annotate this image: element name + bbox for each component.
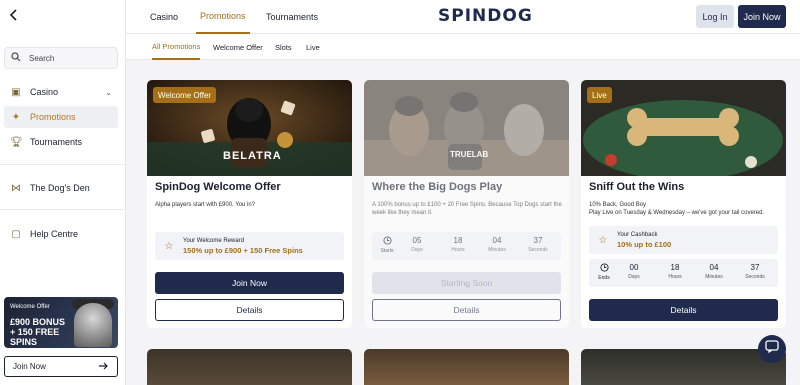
details-button[interactable]: Details [589, 299, 778, 321]
live-chat-button[interactable] [758, 335, 786, 363]
search-input[interactable]: Search [4, 47, 118, 69]
sidebar-item-label: Tournaments [30, 137, 83, 147]
details-button[interactable]: Details [155, 299, 344, 321]
promo-title: Sniff Out the Wins [589, 181, 685, 193]
promo-description-line2: Play Live on Tuesday & Wednesday – we've… [589, 210, 765, 216]
banner-dog-image [74, 303, 112, 347]
subtab-welcome-offer[interactable]: Welcome Offer [213, 34, 263, 60]
promotions-subnav: All Promotions Welcome Offer Slots Live [126, 34, 800, 60]
provider-logo: TRUELAB [450, 150, 489, 159]
promo-badge: Live [587, 87, 612, 103]
back-icon[interactable] [8, 8, 24, 24]
promo-card-sniff-out-wins: Live Sniff Out the Wins 10% Back, Good B… [581, 80, 786, 328]
reward-label: Your Cashback [617, 231, 658, 238]
cashback-box: ☆ Your Cashback 10% up to £100 [589, 226, 778, 254]
clock-icon [595, 263, 613, 274]
banner-headline: £900 BONUS + 150 FREE SPINS [10, 317, 66, 347]
chat-icon [765, 340, 779, 358]
sidebar-divider [0, 209, 126, 210]
countdown-label: Starts [380, 248, 394, 254]
countdown-seconds: 37 Seconds [745, 263, 765, 280]
promo-image [581, 80, 786, 180]
sidebar-item-tournaments[interactable]: 🏆︎ Tournaments [4, 131, 118, 153]
promo-badge: Welcome Offer [153, 87, 217, 103]
bone-icon: ⋈ [11, 182, 21, 194]
promo-description: Alpha players start with £900. You in? [155, 202, 256, 208]
search-icon [11, 51, 21, 65]
welcome-reward-box: ☆ Your Welcome Reward 150% up to £900 + … [155, 232, 344, 260]
top-nav: Casino Promotions Tournaments SPINDOG Lo… [126, 0, 800, 34]
login-button[interactable]: Log In [696, 5, 734, 28]
tab-tournaments[interactable]: Tournaments [266, 0, 318, 34]
sidebar-join-now-button[interactable]: Join Now [4, 356, 118, 377]
provider-logo: BELATRA [223, 150, 282, 162]
sidebar: Search ▣ Casino ⌄ ✦ Promotions 🏆︎ Tourna… [0, 0, 126, 385]
reward-value: 10% up to £100 [617, 239, 672, 249]
arrow-right-icon [99, 362, 109, 372]
spindog-logo[interactable]: SPINDOG [438, 6, 533, 26]
welcome-offer-banner[interactable]: Welcome Offer £900 BONUS + 150 FREE SPIN… [4, 297, 118, 348]
promo-card-peek[interactable] [581, 349, 786, 385]
countdown-label: Ends [598, 275, 610, 281]
search-placeholder: Search [29, 53, 55, 63]
sidebar-item-label: Promotions [30, 112, 76, 122]
subtab-all-promotions[interactable]: All Promotions [152, 34, 201, 60]
countdown-minutes: 04 Minutes [488, 236, 506, 253]
sidebar-item-label: Help Centre [30, 229, 79, 239]
promo-card-welcome-offer: Welcome Offer BELATRA SpinDog Welcome Of… [147, 80, 352, 328]
countdown-hours: 18 Hours [451, 236, 465, 253]
details-button[interactable]: Details [372, 299, 561, 321]
sparkle-icon: ✦ [11, 111, 21, 123]
countdown-seconds: 37 Seconds [528, 236, 548, 253]
chevron-down-icon: ⌄ [105, 87, 112, 97]
banner-label: Welcome Offer [10, 304, 50, 310]
tab-casino[interactable]: Casino [150, 0, 178, 34]
promo-image [364, 80, 569, 176]
promo-description: A 100% bonus up to £100 + 20 Free Spins.… [372, 202, 562, 216]
clock-icon [378, 236, 396, 247]
casino-chip-icon: ▣ [11, 86, 21, 98]
countdown-days: 05 Days [411, 236, 423, 253]
sidebar-item-label: The Dog's Den [30, 183, 90, 193]
countdown-hours: 18 Hours [668, 263, 682, 280]
countdown-minutes: 04 Minutes [705, 263, 723, 280]
tab-promotions[interactable]: Promotions [196, 0, 250, 34]
promo-description-line1: 10% Back, Good Boy [589, 202, 647, 208]
chat-bubble-icon: ▢ [11, 228, 21, 240]
star-icon: ☆ [598, 234, 608, 246]
join-now-button[interactable]: Join Now [155, 272, 344, 294]
starting-soon-button: Starting Soon [372, 272, 561, 294]
subtab-slots[interactable]: Slots [275, 34, 292, 60]
sidebar-divider [0, 164, 126, 165]
promo-card-peek[interactable] [364, 349, 569, 385]
sidebar-item-casino[interactable]: ▣ Casino ⌄ [4, 81, 118, 103]
join-now-label: Join Now [13, 362, 46, 371]
promo-card-peek[interactable] [147, 349, 352, 385]
promo-card-big-dogs: TRUELAB Where the Big Dogs Play A 100% b… [364, 80, 569, 328]
countdown-days: 00 Days [628, 263, 640, 280]
trophy-icon: 🏆︎ [10, 136, 23, 148]
countdown-timer: Ends 00 Days 18 Hours 04 Minutes 37 Seconds [589, 259, 778, 287]
countdown-timer: Starts 05 Days 18 Hours 04 Minutes 37 Second… [372, 232, 561, 260]
subtab-live[interactable]: Live [306, 34, 320, 60]
reward-value: 150% up to £900 + 150 Free Spins [183, 245, 303, 255]
promo-description: 10% Back, Good Boy Play Live on Tuesday … [589, 201, 779, 217]
star-icon: ☆ [164, 240, 174, 252]
promo-title: SpinDog Welcome Offer [155, 181, 281, 193]
sidebar-item-promotions[interactable]: ✦ Promotions [4, 106, 118, 128]
sidebar-item-dogs-den[interactable]: ⋈ The Dog's Den [4, 177, 118, 199]
join-now-button[interactable]: Join Now [738, 5, 786, 28]
promo-title: Where the Big Dogs Play [372, 181, 503, 193]
reward-label: Your Welcome Reward [183, 237, 245, 244]
sidebar-item-label: Casino [30, 87, 59, 97]
sidebar-item-help-centre[interactable]: ▢ Help Centre [4, 223, 118, 245]
